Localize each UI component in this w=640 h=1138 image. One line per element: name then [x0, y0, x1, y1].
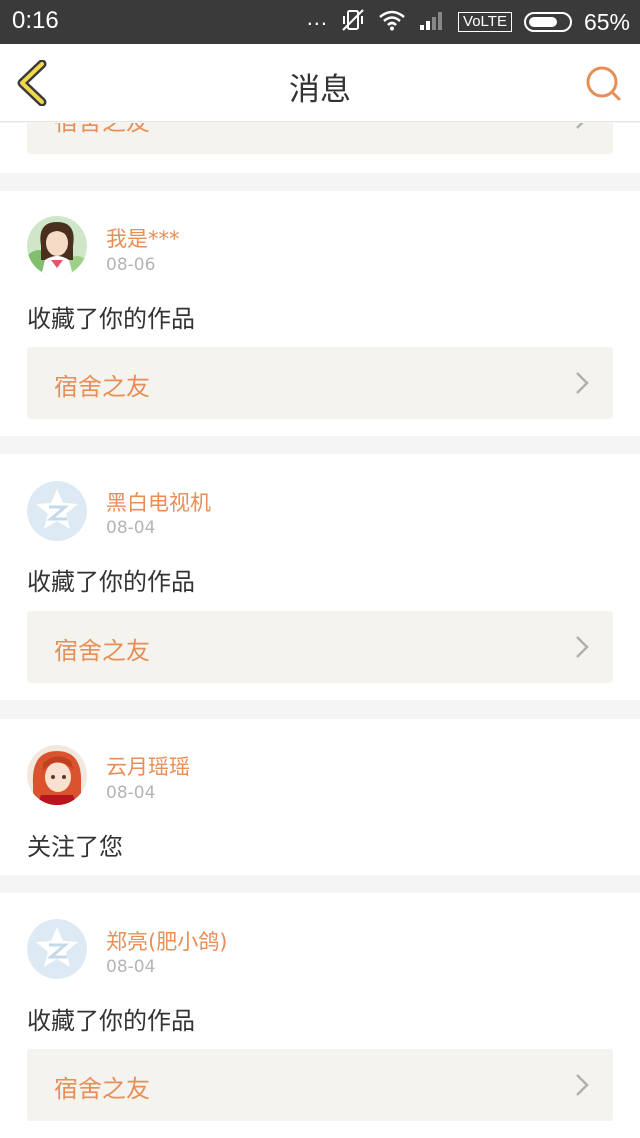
volte-badge: VoLTE [458, 12, 512, 32]
message-card: 云月瑶瑶 08-04 关注了您 [0, 719, 640, 875]
chevron-right-icon [576, 123, 584, 129]
battery-icon [523, 12, 572, 32]
username[interactable]: 郑亮(肥小鸽) [106, 926, 227, 956]
message-list[interactable]: 宿舍之友 我是*** 08-06 收藏了你的作品 宿舍之友 [0, 123, 640, 1138]
message-card: 宿舍之友 [0, 123, 640, 173]
message-card: 我是*** 08-06 收藏了你的作品 宿舍之友 [0, 191, 640, 436]
anime-girl-avatar-icon [27, 216, 87, 276]
username[interactable]: 黑白电视机 [106, 487, 211, 517]
message-date: 08-04 [106, 518, 156, 538]
work-link[interactable]: 宿舍之友 [27, 611, 613, 683]
avatar[interactable] [27, 919, 87, 979]
work-title: 宿舍之友 [54, 373, 150, 401]
wifi-icon [378, 9, 406, 36]
work-title: 宿舍之友 [54, 123, 150, 137]
app-header: 消息 [0, 44, 640, 122]
message-card: 郑亮(肥小鸽) 08-04 收藏了你的作品 宿舍之友 [0, 893, 640, 1138]
avatar[interactable] [27, 481, 87, 541]
action-text: 收藏了你的作品 [27, 1007, 195, 1035]
default-qzone-avatar-icon [27, 481, 87, 541]
vibrate-off-icon [340, 7, 366, 38]
chevron-right-icon [576, 636, 589, 658]
chevron-right-icon [576, 372, 589, 394]
work-link[interactable]: 宿舍之友 [27, 347, 613, 419]
search-button[interactable] [584, 64, 624, 104]
avatar[interactable] [27, 745, 87, 805]
status-bar: 0:16 ... VoLTE 65% [0, 0, 640, 44]
action-text: 收藏了你的作品 [27, 568, 195, 596]
search-icon [586, 66, 621, 101]
avatar[interactable] [27, 216, 87, 276]
username[interactable]: 云月瑶瑶 [106, 751, 190, 781]
action-text: 收藏了你的作品 [27, 305, 195, 333]
username[interactable]: 我是*** [106, 223, 180, 253]
work-title: 宿舍之友 [54, 1075, 150, 1103]
status-time: 0:16 [12, 7, 59, 34]
red-hair-anime-avatar-icon [27, 745, 87, 805]
more-dots: ... [306, 5, 329, 30]
message-date: 08-06 [106, 255, 156, 275]
page-title: 消息 [289, 72, 351, 108]
action-text: 关注了您 [27, 833, 123, 861]
signal-icon [418, 9, 446, 36]
chevron-right-icon [576, 1074, 589, 1096]
message-date: 08-04 [106, 957, 156, 977]
message-card: 黑白电视机 08-04 收藏了你的作品 宿舍之友 [0, 454, 640, 700]
work-link[interactable]: 宿舍之友 [27, 1049, 613, 1121]
message-date: 08-04 [106, 783, 156, 803]
battery-percent: 65% [583, 8, 630, 35]
work-link[interactable]: 宿舍之友 [27, 123, 613, 154]
status-icons: ... VoLTE 65% [306, 5, 630, 38]
default-qzone-avatar-icon [27, 919, 87, 979]
work-title: 宿舍之友 [54, 637, 150, 665]
